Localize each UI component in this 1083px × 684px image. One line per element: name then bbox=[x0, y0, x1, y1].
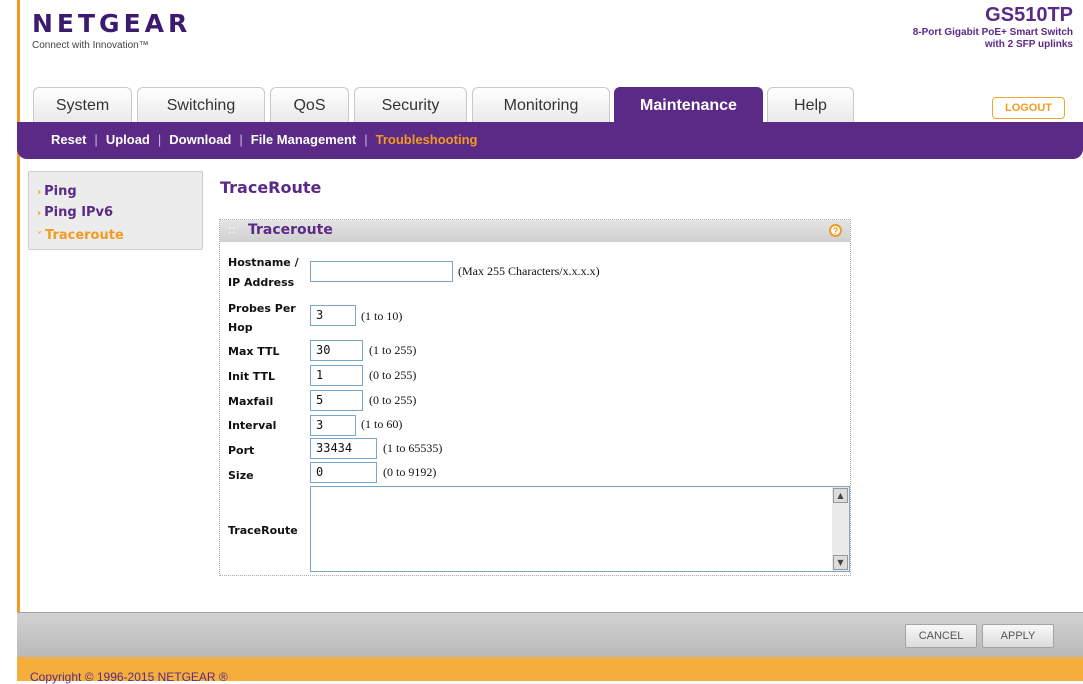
interval-input[interactable]: 3 bbox=[310, 415, 356, 436]
subnav-file-management[interactable]: File Management bbox=[251, 132, 356, 147]
chevron-right-icon: › bbox=[37, 187, 42, 198]
subnav-reset[interactable]: Reset bbox=[51, 132, 86, 147]
help-icon[interactable]: ? bbox=[829, 224, 842, 237]
model-description-line2: with 2 SFP uplinks bbox=[984, 39, 1073, 50]
subnav-troubleshooting[interactable]: Troubleshooting bbox=[376, 132, 478, 147]
netgear-logo: NETGEAR Connect with Innovation™ bbox=[32, 9, 192, 52]
leftmenu-item-ping-ipv6[interactable]: › Ping IPv6 bbox=[37, 205, 113, 220]
page-title: TraceRoute bbox=[220, 178, 322, 197]
subnav-separator: | bbox=[157, 132, 162, 147]
panel-title: Traceroute bbox=[248, 222, 333, 238]
maxfail-input[interactable]: 5 bbox=[310, 390, 363, 411]
subnav-separator: | bbox=[239, 132, 243, 147]
probes-label-line2: Hop bbox=[228, 321, 253, 334]
max-ttl-hint: (1 to 255) bbox=[369, 343, 417, 357]
logo-tagline: Connect with Innovation™ bbox=[32, 40, 149, 51]
traceroute-panel: :: Traceroute ? Hostname / IP Address (M… bbox=[219, 219, 851, 576]
port-input[interactable]: 33434 bbox=[310, 438, 377, 459]
left-menu: › Ping › Ping IPv6 ˅ Traceroute bbox=[28, 171, 203, 250]
traceroute-output-textarea[interactable] bbox=[310, 486, 850, 572]
interval-label: Interval bbox=[228, 419, 277, 432]
apply-button[interactable]: APPLY bbox=[982, 624, 1054, 648]
model-info: GS510TP 8-Port Gigabit PoE+ Smart Switch… bbox=[913, 3, 1073, 51]
port-hint: (1 to 65535) bbox=[383, 441, 443, 455]
hostname-hint: (Max 255 Characters/x.x.x.x) bbox=[458, 264, 600, 278]
hostname-label-line2: IP Address bbox=[228, 276, 295, 289]
model-name: GS510TP bbox=[985, 4, 1073, 26]
interval-hint: (1 to 60) bbox=[361, 417, 403, 431]
sub-navigation: Reset | Upload | Download | File Management | Tr… bbox=[17, 122, 1083, 159]
init-ttl-input[interactable]: 1 bbox=[310, 365, 363, 386]
maxfail-label: Maxfail bbox=[228, 395, 274, 408]
hostname-label-line1: Hostname / bbox=[228, 256, 299, 269]
max-ttl-label: Max TTL bbox=[228, 345, 280, 358]
leftmenu-item-ping[interactable]: › Ping bbox=[37, 184, 77, 199]
model-description-line1: 8-Port Gigabit PoE+ Smart Switch bbox=[912, 27, 1073, 38]
leftmenu-item-traceroute[interactable]: ˅ Traceroute bbox=[37, 228, 124, 243]
hostname-input[interactable] bbox=[310, 261, 453, 282]
subnav-download[interactable]: Download bbox=[169, 132, 231, 147]
tab-monitoring[interactable]: Monitoring bbox=[472, 87, 610, 123]
tab-maintenance[interactable]: Maintenance bbox=[614, 87, 763, 123]
subnav-separator: | bbox=[94, 132, 98, 147]
subnav-upload[interactable]: Upload bbox=[106, 132, 150, 147]
probes-hint: (1 to 10) bbox=[361, 309, 403, 323]
probes-per-hop-input[interactable]: 3 bbox=[310, 305, 356, 326]
logo-wordmark: NETGEAR bbox=[32, 9, 192, 38]
leftmenu-item-label: Traceroute bbox=[45, 228, 124, 243]
scroll-up-arrow-icon[interactable]: ▲ bbox=[833, 488, 848, 503]
drag-handle-icon: :: bbox=[228, 223, 236, 236]
leftmenu-item-label: Ping IPv6 bbox=[44, 205, 114, 220]
scroll-down-arrow-icon[interactable]: ▼ bbox=[833, 555, 848, 570]
init-ttl-hint: (0 to 255) bbox=[369, 368, 417, 382]
logout-button[interactable]: LOGOUT bbox=[992, 97, 1065, 119]
scrollbar-track[interactable]: ▲ ▼ bbox=[832, 487, 849, 571]
probes-label-line1: Probes Per bbox=[228, 302, 296, 315]
textarea-scrollbar[interactable]: ▲ ▼ bbox=[831, 487, 849, 571]
left-accent-edge bbox=[17, 0, 20, 681]
cancel-button[interactable]: CANCEL bbox=[905, 624, 977, 648]
max-ttl-input[interactable]: 30 bbox=[310, 340, 363, 361]
chevron-down-icon: ˅ bbox=[37, 231, 42, 242]
size-input[interactable]: 0 bbox=[310, 462, 377, 483]
port-label: Port bbox=[228, 444, 255, 457]
tab-help[interactable]: Help bbox=[767, 87, 854, 123]
footer-action-bar: CANCEL APPLY bbox=[17, 612, 1083, 657]
subnav-separator: | bbox=[364, 132, 368, 147]
tab-system[interactable]: System bbox=[33, 87, 132, 123]
copyright-text: Copyright © 1996-2015 NETGEAR ® bbox=[30, 670, 228, 684]
size-label: Size bbox=[228, 469, 254, 482]
maxfail-hint: (0 to 255) bbox=[369, 393, 417, 407]
panel-header: :: Traceroute ? bbox=[220, 220, 850, 242]
tab-switching[interactable]: Switching bbox=[137, 87, 265, 123]
tab-security[interactable]: Security bbox=[354, 87, 467, 123]
leftmenu-item-label: Ping bbox=[44, 184, 77, 199]
traceroute-output-label: TraceRoute bbox=[228, 524, 298, 537]
init-ttl-label: Init TTL bbox=[228, 370, 276, 383]
chevron-right-icon: › bbox=[37, 208, 42, 219]
size-hint: (0 to 9192) bbox=[383, 465, 437, 479]
tab-qos[interactable]: QoS bbox=[270, 87, 349, 123]
